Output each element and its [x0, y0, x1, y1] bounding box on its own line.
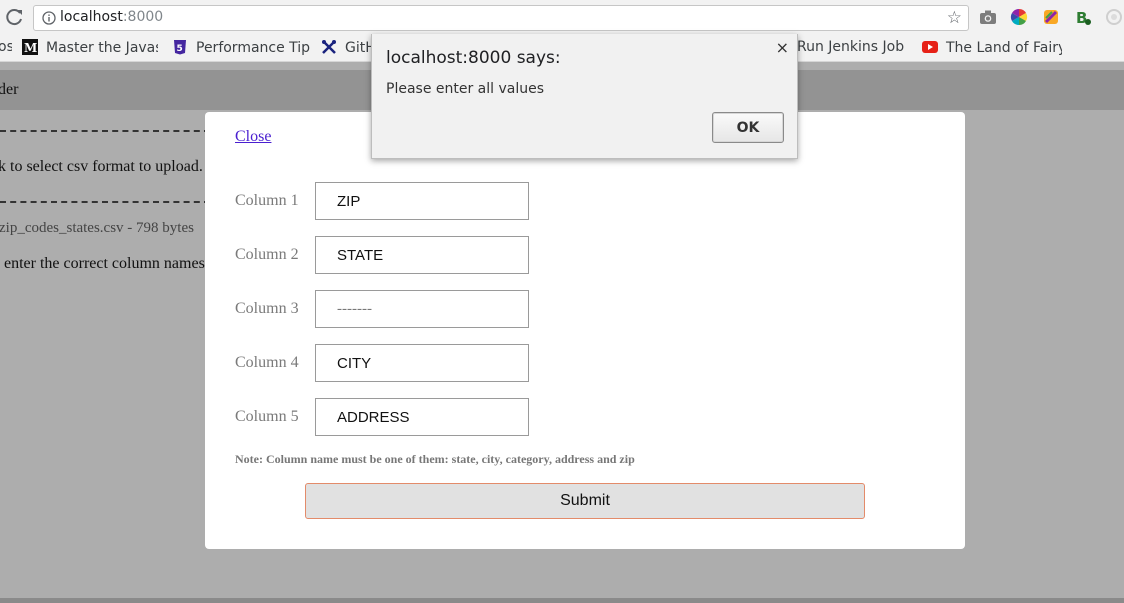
svg-text:5: 5	[177, 44, 183, 54]
tools-icon	[322, 40, 336, 54]
column-mapping-modal: Close Column 1 ZIP Column 2 STATE Column…	[205, 112, 965, 549]
bookmark-item[interactable]: The Land of Fairy	[922, 39, 1062, 59]
bookmark-item[interactable]: os	[0, 39, 12, 59]
column-2-input[interactable]: STATE	[315, 236, 529, 274]
page-header-title: der	[0, 81, 19, 98]
page-instruction: enter the correct column names	[4, 255, 205, 272]
column-label: Column 3	[235, 300, 299, 317]
youtube-icon	[922, 41, 938, 53]
column-label: Column 1	[235, 192, 299, 209]
reload-icon[interactable]	[4, 6, 26, 28]
column-label: Column 4	[235, 354, 299, 371]
bookmark-item[interactable]: Run Jenkins Job	[797, 39, 909, 59]
column-4-input[interactable]: CITY	[315, 344, 529, 382]
column-label: Column 2	[235, 246, 299, 263]
color-wheel-icon[interactable]	[1010, 8, 1028, 26]
info-icon[interactable]	[42, 11, 56, 25]
column-note: Note: Column name must be one of them: s…	[235, 452, 635, 466]
column-1-input[interactable]: ZIP	[315, 182, 529, 220]
column-5-input[interactable]: ADDRESS	[315, 398, 529, 436]
browser-toolbar: localhost:8000 ☆ B	[0, 0, 1124, 35]
file-info: zip_codes_states.csv - 798 bytes	[0, 220, 194, 236]
bookmark-star-icon[interactable]: ☆	[947, 8, 962, 28]
alert-message: Please enter all values	[386, 81, 545, 97]
color-picker-icon[interactable]	[1042, 8, 1060, 26]
submit-button[interactable]: Submit	[305, 483, 865, 519]
extension-b-icon[interactable]: B	[1074, 8, 1092, 26]
alert-title: localhost:8000 says:	[386, 48, 561, 68]
html5-icon: 5	[174, 40, 186, 55]
bookmark-item[interactable]: 5 Performance Tip	[172, 39, 310, 59]
close-icon[interactable]: ×	[776, 38, 789, 57]
close-link[interactable]: Close	[235, 128, 271, 146]
divider	[0, 130, 210, 132]
divider	[0, 201, 210, 203]
address-bar[interactable]: localhost:8000 ☆	[33, 5, 969, 31]
camera-icon[interactable]	[979, 8, 997, 26]
url-text: localhost:8000	[60, 9, 164, 25]
extension-disabled-icon[interactable]	[1105, 8, 1123, 26]
medium-icon: M	[22, 39, 38, 55]
bookmark-item[interactable]: GitH	[321, 39, 373, 59]
page-instruction: k to select csv format to upload.	[0, 158, 203, 175]
column-3-input[interactable]: -------	[315, 290, 529, 328]
column-label: Column 5	[235, 408, 299, 425]
page-bottom-bar	[0, 598, 1124, 603]
svg-text:M: M	[24, 41, 37, 55]
alert-dialog: localhost:8000 says: × Please enter all …	[371, 34, 798, 159]
bookmark-item[interactable]: M Master the Javas	[22, 39, 158, 59]
ok-button[interactable]: OK	[712, 112, 784, 143]
